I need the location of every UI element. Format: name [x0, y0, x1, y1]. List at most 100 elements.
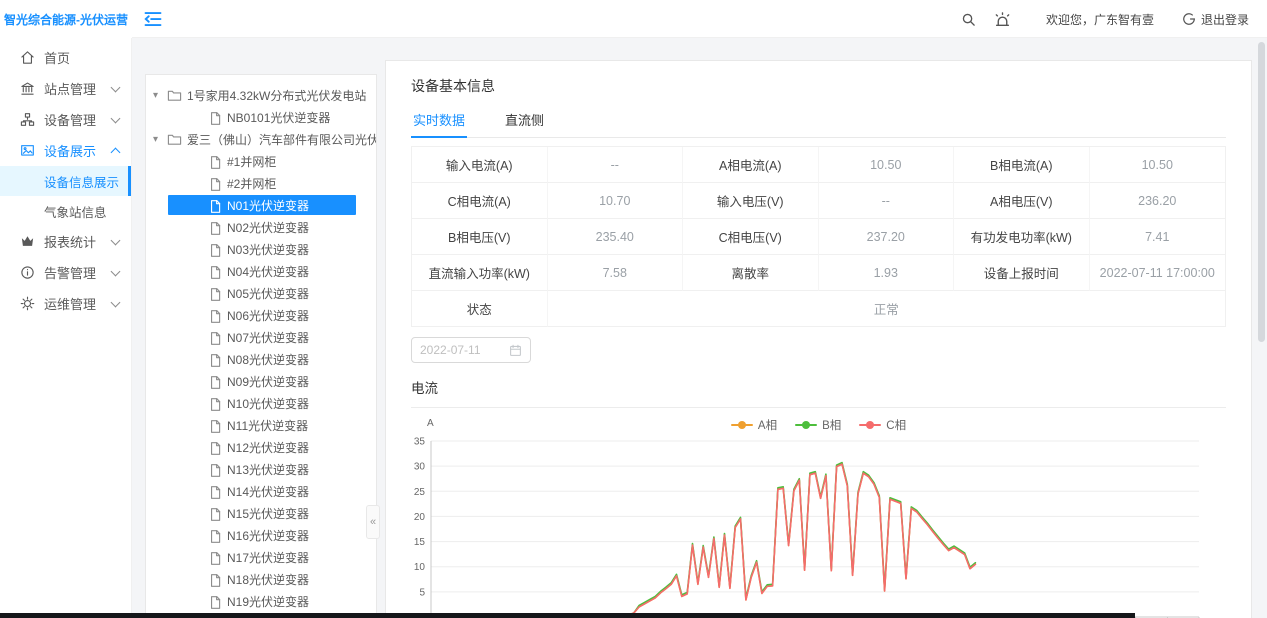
caret-down-icon[interactable]: ▾	[153, 134, 165, 145]
tree-node-label: N15光伏逆变器	[227, 505, 309, 522]
tree-node-device[interactable]: N19光伏逆变器	[168, 591, 356, 611]
tree-node-folder[interactable]: ▾ 1号家用4.32kW分布式光伏发电站	[146, 85, 376, 105]
tree-node-device[interactable]: N16光伏逆变器	[168, 525, 356, 545]
file-icon	[208, 529, 221, 542]
tree-node-device[interactable]: N01光伏逆变器	[168, 195, 356, 215]
file-icon	[208, 221, 221, 234]
info-label: 设备上报时间	[954, 255, 1090, 291]
file-icon	[208, 287, 221, 300]
monitor-icon	[20, 143, 35, 158]
file-icon	[208, 353, 221, 366]
tree-node-label: N01光伏逆变器	[227, 197, 309, 214]
tree-node-device[interactable]: N07光伏逆变器	[168, 327, 356, 347]
sidebar-item-运维管理[interactable]: 运维管理	[0, 288, 131, 319]
sidebar-item-设备管理[interactable]: 设备管理	[0, 104, 131, 135]
tab-bar: 实时数据 直流侧	[411, 104, 1226, 138]
tree-node-label: 爱三（佛山）汽车部件有限公司光伏发	[187, 131, 376, 148]
tree-node-label: N02光伏逆变器	[227, 219, 309, 236]
date-picker[interactable]: 2022-07-11	[411, 337, 531, 363]
tree-node-device[interactable]: N08光伏逆变器	[168, 349, 356, 369]
tree-node-device[interactable]: N02光伏逆变器	[168, 217, 356, 237]
tree-node-label: N10光伏逆变器	[227, 395, 309, 412]
tree-node-label: #2并网柜	[227, 175, 276, 192]
tree-node-label: 1号家用4.32kW分布式光伏发电站	[187, 87, 366, 104]
tree-node-device[interactable]: NB0101光伏逆变器	[168, 107, 356, 127]
info-value: 10.50	[1090, 147, 1226, 183]
info-circle-icon	[20, 265, 35, 280]
sidebar-item-报表统计[interactable]: 报表统计	[0, 226, 131, 257]
legend-item-A相[interactable]: A相	[731, 417, 777, 433]
page-scrollbar[interactable]	[1254, 38, 1267, 618]
info-value: 1.93	[819, 255, 955, 291]
chart-canvas: 0510152025303500:0001:0002:0003:0004:000…	[411, 435, 1228, 618]
legend-item-B相[interactable]: B相	[795, 417, 841, 433]
sidebar-subitem-气象站信息[interactable]: 气象站信息	[0, 196, 131, 226]
info-value: 237.20	[819, 219, 955, 255]
tab-实时数据[interactable]: 实时数据	[411, 104, 467, 137]
app-window: 智光综合能源-光伏运营 欢迎您，广东智有壹	[0, 0, 1267, 618]
tree-node-device[interactable]: N13光伏逆变器	[168, 459, 356, 479]
alarm-icon[interactable]	[986, 0, 1020, 38]
info-label: B相电压(V)	[412, 219, 548, 255]
legend-label: C相	[886, 417, 906, 433]
tree-node-label: N16光伏逆变器	[227, 527, 309, 544]
tree-node-device[interactable]: N04光伏逆变器	[168, 261, 356, 281]
sidebar-subitem-设备信息展示[interactable]: 设备信息展示	[0, 166, 131, 196]
tree-collapse-handle[interactable]: «	[366, 505, 380, 539]
file-icon	[208, 463, 221, 476]
logout-button[interactable]: 退出登录	[1182, 11, 1249, 28]
search-icon[interactable]	[952, 0, 986, 38]
caret-down-icon[interactable]: ▾	[153, 90, 165, 101]
tab-直流侧[interactable]: 直流侧	[503, 104, 546, 137]
legend-label: B相	[822, 417, 841, 433]
tree-node-device[interactable]: #1并网柜	[168, 151, 356, 171]
folder-icon	[167, 132, 181, 146]
logo-text: 智光综合能源-光伏运营	[4, 11, 128, 28]
tree-node-label: N14光伏逆变器	[227, 483, 309, 500]
tree-node-device[interactable]: N06光伏逆变器	[168, 305, 356, 325]
sidebar-item-告警管理[interactable]: 告警管理	[0, 257, 131, 288]
tree-node-device[interactable]: N17光伏逆变器	[168, 547, 356, 567]
info-value: 7.58	[548, 255, 684, 291]
legend-item-C相[interactable]: C相	[859, 417, 906, 433]
folder-icon	[167, 88, 181, 102]
tree-node-device[interactable]: N12光伏逆变器	[168, 437, 356, 457]
crown-icon	[20, 234, 35, 249]
y-tick-label: 15	[414, 537, 426, 548]
tree-node-device[interactable]: #2并网柜	[168, 173, 356, 193]
tree-node-device[interactable]: N03光伏逆变器	[168, 239, 356, 259]
info-value: 10.50	[819, 147, 955, 183]
panel-title: 设备基本信息	[411, 61, 1226, 96]
tree-node-label: N03光伏逆变器	[227, 241, 309, 258]
tree-node-device[interactable]: N15光伏逆变器	[168, 503, 356, 523]
tree-node-label: N04光伏逆变器	[227, 263, 309, 280]
tree-node-device[interactable]: N09光伏逆变器	[168, 371, 356, 391]
tree-node-device[interactable]: N05光伏逆变器	[168, 283, 356, 303]
tree-node-device[interactable]: N14光伏逆变器	[168, 481, 356, 501]
top-header: 智光综合能源-光伏运营 欢迎您，广东智有壹	[0, 0, 1267, 38]
info-value: --	[819, 183, 955, 219]
series-line-A相	[431, 464, 975, 617]
tree-node-device[interactable]: N18光伏逆变器	[168, 569, 356, 589]
tree-node-label: N08光伏逆变器	[227, 351, 309, 368]
info-value: 7.41	[1090, 219, 1226, 255]
tree-node-label: N11光伏逆变器	[227, 417, 308, 434]
tree-node-folder[interactable]: ▾ 爱三（佛山）汽车部件有限公司光伏发	[146, 129, 376, 149]
sidebar-item-设备展示[interactable]: 设备展示	[0, 135, 131, 166]
tree-node-label: N19光伏逆变器	[227, 593, 309, 610]
menu-fold-icon[interactable]	[143, 9, 163, 29]
y-tick-label: 30	[414, 462, 426, 473]
sidebar-item-首页[interactable]: 首页	[0, 42, 131, 73]
y-tick-label: 25	[414, 487, 426, 498]
calendar-icon	[509, 344, 522, 357]
info-label: A相电压(V)	[954, 183, 1090, 219]
scrollbar-thumb[interactable]	[1258, 42, 1265, 342]
legend-dot	[802, 421, 810, 429]
tree-node-label: N06光伏逆变器	[227, 307, 309, 324]
tree-node-device[interactable]: N11光伏逆变器	[168, 415, 356, 435]
legend-marker-icon	[859, 421, 881, 429]
sidebar-nav: 首页站点管理设备管理设备展示设备信息展示气象站信息报表统计告警管理运维管理	[0, 38, 132, 618]
sidebar-item-站点管理[interactable]: 站点管理	[0, 73, 131, 104]
tree-node-device[interactable]: N10光伏逆变器	[168, 393, 356, 413]
logo: 智光综合能源-光伏运营	[0, 0, 132, 38]
